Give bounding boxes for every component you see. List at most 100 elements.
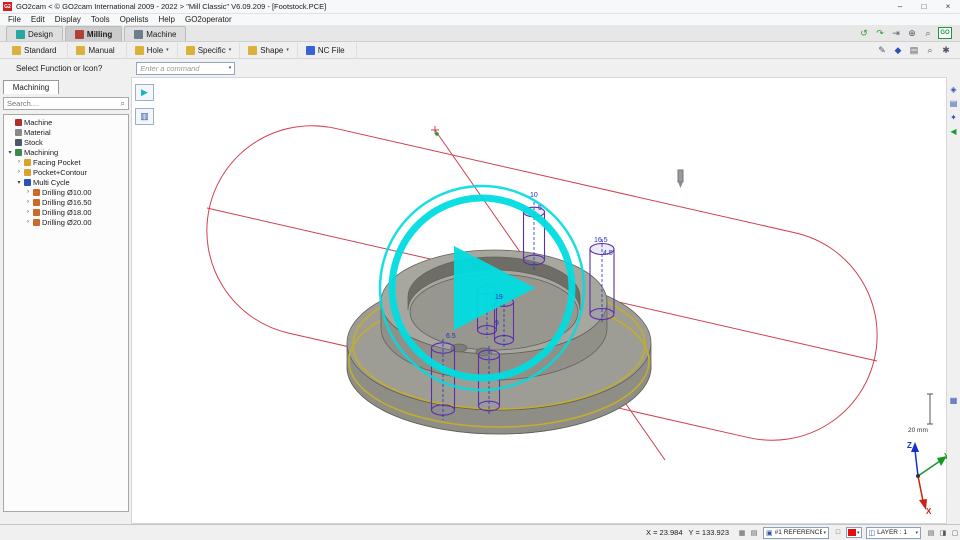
maximize-button[interactable]: □ bbox=[912, 0, 936, 13]
toolbar-button-label: NC File bbox=[318, 46, 345, 55]
minimize-button[interactable]: – bbox=[888, 0, 912, 13]
tree-item[interactable]: Stock bbox=[4, 137, 128, 147]
tree-expander[interactable]: › bbox=[25, 199, 31, 205]
tree-expander[interactable]: › bbox=[25, 219, 31, 225]
toolbar-button-label: Standard bbox=[24, 46, 56, 55]
tree-item-label: Stock bbox=[24, 138, 43, 147]
color-swatch-select[interactable]: ▾ bbox=[846, 527, 862, 538]
search-box[interactable]: ⌕ bbox=[3, 97, 129, 110]
menu-item[interactable]: Opelists bbox=[115, 15, 154, 24]
tree-item[interactable]: › Pocket+Contour bbox=[4, 167, 128, 177]
ribbon-tab[interactable]: Machine bbox=[124, 26, 186, 41]
edit-icon[interactable]: ✎ bbox=[876, 44, 888, 56]
magnifier-icon[interactable]: ⌕ bbox=[924, 44, 936, 56]
toolbar-button[interactable]: Standard bbox=[4, 43, 68, 58]
menu-item[interactable]: Help bbox=[154, 15, 180, 24]
caret-down-icon: ▾ bbox=[166, 47, 169, 53]
collapse-icon[interactable]: ◀ bbox=[948, 126, 959, 137]
shape-icon bbox=[248, 46, 257, 55]
milling-tab-icon bbox=[75, 30, 84, 39]
caret-down-icon: ▾ bbox=[857, 530, 860, 536]
settings-icon[interactable]: ✱ bbox=[940, 44, 952, 56]
zoom-fit-icon[interactable]: ⊕ bbox=[906, 27, 918, 39]
toolbar-button-label: Shape bbox=[260, 46, 283, 55]
menu-item[interactable]: GO2operator bbox=[180, 15, 237, 24]
menu-item[interactable]: Edit bbox=[26, 15, 50, 24]
milling-toolbar: Standard Manual Hole ▾ Specific ▾ Shape … bbox=[0, 42, 960, 59]
caret-down-icon: ▾ bbox=[229, 47, 232, 53]
ribbon-tab[interactable]: Design bbox=[6, 26, 63, 41]
tree-expander[interactable]: › bbox=[25, 189, 31, 195]
ribbon-tab-label: Machine bbox=[146, 30, 176, 39]
grid-icon[interactable]: ▦ bbox=[948, 395, 959, 406]
toolbar-button[interactable]: Manual bbox=[68, 43, 126, 58]
toolbar-button[interactable]: Hole ▾ bbox=[127, 43, 178, 58]
snap-grid-icon[interactable]: ▦ bbox=[737, 528, 747, 538]
toolbar-button[interactable]: NC File bbox=[298, 43, 357, 58]
undo-icon[interactable]: ↺ bbox=[858, 27, 870, 39]
menu-item[interactable]: Tools bbox=[86, 15, 115, 24]
tree-expander[interactable]: › bbox=[16, 169, 22, 175]
plane-icon[interactable]: ▤ bbox=[749, 528, 759, 538]
caret-down-icon: ▾ bbox=[915, 530, 918, 536]
ribbon-tabs: Design Milling Machine bbox=[0, 25, 960, 42]
close-button[interactable]: × bbox=[936, 0, 960, 13]
caret-down-icon: ▾ bbox=[286, 47, 289, 53]
tree-expander[interactable]: › bbox=[25, 209, 31, 215]
pocket-contour-icon bbox=[24, 169, 31, 176]
menu-item[interactable]: Display bbox=[50, 15, 86, 24]
dimension-label: 9 bbox=[495, 320, 499, 327]
tree-item[interactable]: › Drilling Ø10.00 bbox=[4, 187, 128, 197]
tree-item-label: Pocket+Contour bbox=[33, 168, 87, 177]
tree-item[interactable]: Material bbox=[4, 127, 128, 137]
machining-tree: Machine Material Stock ▾ Machining › bbox=[3, 114, 129, 512]
toolbar-button-label: Hole bbox=[147, 46, 163, 55]
tab-machining[interactable]: Machining bbox=[3, 80, 59, 94]
dimension-label: 6.5 bbox=[446, 333, 456, 340]
tree-expander[interactable]: ▾ bbox=[16, 179, 22, 186]
layer-label: LAYER : 1 bbox=[877, 529, 913, 536]
ribbon-tab[interactable]: Milling bbox=[65, 26, 122, 41]
tree-item[interactable]: › Drilling Ø16.50 bbox=[4, 197, 128, 207]
display-mode-icon[interactable]: ▤ bbox=[926, 528, 936, 538]
tree-item[interactable]: ▾ Machining bbox=[4, 147, 128, 157]
search-input[interactable] bbox=[7, 99, 121, 108]
toolbar-button[interactable]: Specific ▾ bbox=[178, 43, 241, 58]
frame-icon[interactable]: ▢ bbox=[950, 528, 960, 538]
view-iso-icon[interactable]: ◈ bbox=[948, 84, 959, 95]
drilling-icon bbox=[33, 209, 40, 216]
machining-node-icon bbox=[15, 149, 22, 156]
toolpath-list-icon[interactable]: ▥ bbox=[135, 108, 154, 125]
tree-item[interactable]: › Drilling Ø18.00 bbox=[4, 207, 128, 217]
pan-icon[interactable]: ⇥ bbox=[890, 27, 902, 39]
simulation-play-icon[interactable]: ▶ bbox=[135, 84, 154, 101]
redo-icon[interactable]: ↷ bbox=[874, 27, 886, 39]
view-front-icon[interactable]: ✦ bbox=[948, 112, 959, 123]
tree-item[interactable]: Machine bbox=[4, 117, 128, 127]
tree-expander[interactable]: › bbox=[16, 159, 22, 165]
facing-pocket-icon bbox=[24, 159, 31, 166]
tree-item[interactable]: › Facing Pocket bbox=[4, 157, 128, 167]
reference-select[interactable]: ▣ #1 REFERENCE ▾ bbox=[763, 527, 829, 539]
shading-icon[interactable]: ◨ bbox=[938, 528, 948, 538]
zoom-icon[interactable]: ⌕ bbox=[922, 27, 934, 39]
tree-expander[interactable]: ▾ bbox=[7, 149, 13, 156]
go2operator-logo[interactable]: GO bbox=[938, 27, 952, 39]
quick-toolbar-row2: ✎ ◆ ▤ ⌕ ✱ bbox=[876, 44, 952, 56]
command-combobox[interactable]: Enter a command ▾ bbox=[136, 62, 235, 75]
dimension-label: 4.5 bbox=[603, 250, 613, 257]
menu-item[interactable]: File bbox=[3, 15, 26, 24]
viewport-buttons: ▶▥ bbox=[135, 84, 154, 125]
tree-item[interactable]: ▾ Multi Cycle bbox=[4, 177, 128, 187]
attribute-icon[interactable]: □ bbox=[833, 528, 843, 538]
tree-item-label: Multi Cycle bbox=[33, 178, 70, 187]
tree-item[interactable]: › Drilling Ø20.00 bbox=[4, 217, 128, 227]
view-top-icon[interactable]: ▤ bbox=[948, 98, 959, 109]
viewport-3d[interactable]: Z Y X 10516.54.51996.5 20 mm ▶▥ bbox=[131, 77, 947, 524]
select-icon[interactable]: ◆ bbox=[892, 44, 904, 56]
toolbar-button-label: Specific bbox=[198, 46, 226, 55]
toolbar-button[interactable]: Shape ▾ bbox=[240, 43, 298, 58]
layers-icon[interactable]: ▤ bbox=[908, 44, 920, 56]
layer-select[interactable]: ◫ LAYER : 1 ▾ bbox=[866, 527, 921, 539]
design-tab-icon bbox=[16, 30, 25, 39]
